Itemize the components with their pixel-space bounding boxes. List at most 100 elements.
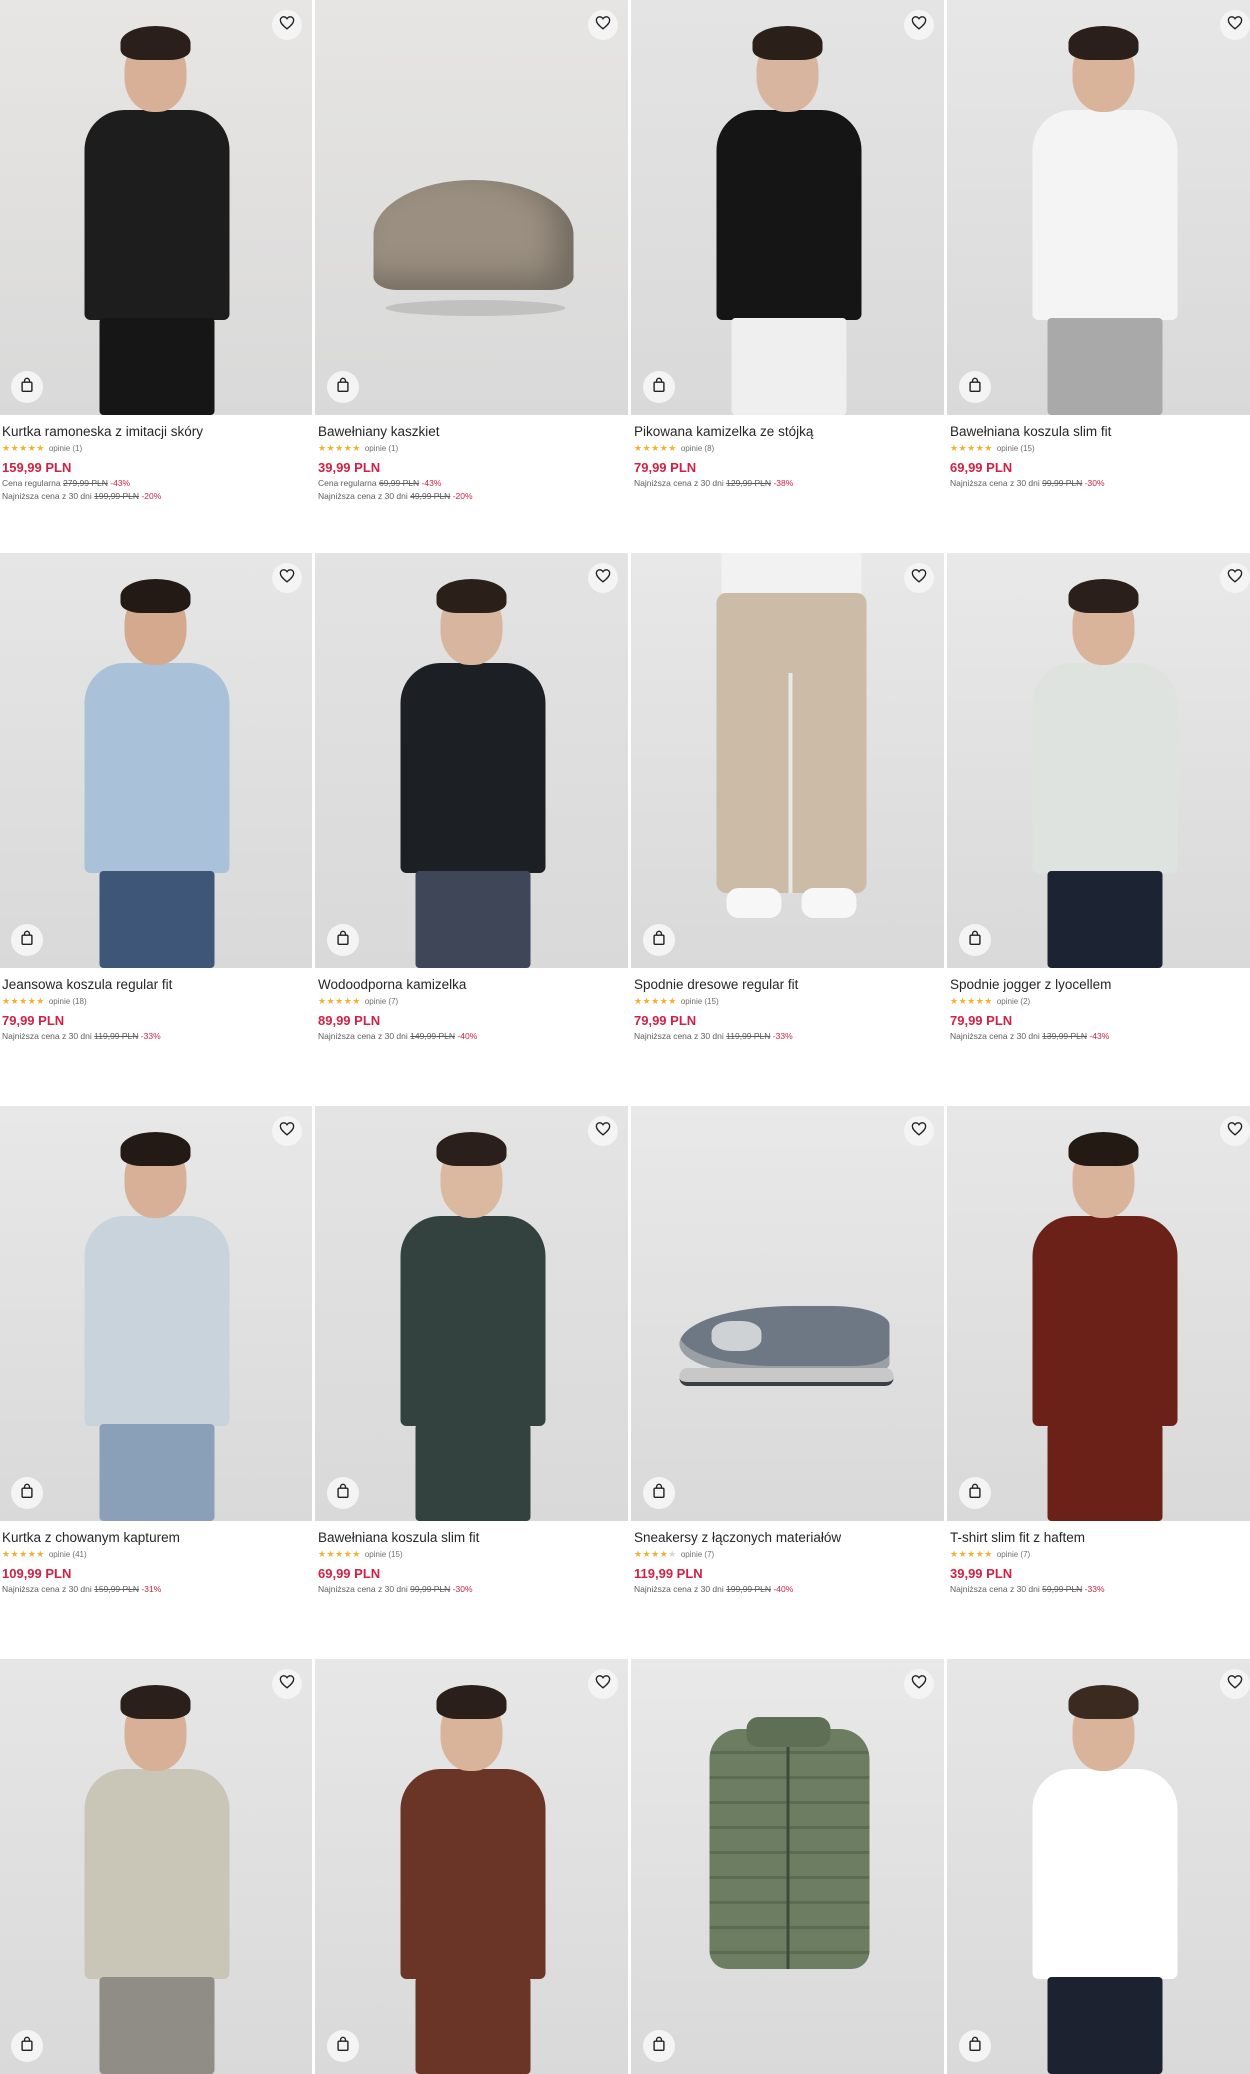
product-image[interactable] xyxy=(315,0,628,415)
shopping-bag-icon xyxy=(20,2036,34,2057)
add-to-cart-button[interactable] xyxy=(327,2030,359,2062)
product-image[interactable] xyxy=(0,1659,312,2074)
product-card[interactable]: Bawełniana koszula slim fit ★★★★★ opinie (… xyxy=(947,0,1250,553)
add-to-cart-button[interactable] xyxy=(959,1477,991,1509)
product-card[interactable]: Bawełniana koszula slim fit ★★★★★ opinie (… xyxy=(315,1106,628,1659)
favorite-button[interactable] xyxy=(904,1116,934,1146)
product-card[interactable]: Kurtka ramoneska z imitacji skóry ★★★★★ op… xyxy=(0,0,312,553)
rating-stars-icon: ★★★★★ xyxy=(318,443,361,453)
product-card[interactable] xyxy=(315,1659,628,2074)
add-to-cart-button[interactable] xyxy=(643,2030,675,2062)
review-count[interactable]: opinie (1) xyxy=(49,444,82,453)
product-image[interactable] xyxy=(315,1659,628,2074)
product-image[interactable] xyxy=(947,1659,1250,2074)
heart-icon xyxy=(595,15,611,35)
favorite-button[interactable] xyxy=(588,10,618,40)
lowest-price-note: Najniższa cena z 30 dni 199,99 PLN -20% xyxy=(2,491,162,501)
product-image[interactable] xyxy=(947,553,1250,968)
favorite-button[interactable] xyxy=(272,1669,302,1699)
add-to-cart-button[interactable] xyxy=(327,371,359,403)
product-image[interactable] xyxy=(0,553,312,968)
add-to-cart-button[interactable] xyxy=(959,924,991,956)
favorite-button[interactable] xyxy=(588,1669,618,1699)
review-count[interactable]: opinie (7) xyxy=(681,1550,714,1559)
product-image[interactable] xyxy=(631,1106,944,1521)
product-name[interactable]: Kurtka z chowanym kapturem xyxy=(2,1529,309,1546)
review-count[interactable]: opinie (7) xyxy=(997,1550,1030,1559)
add-to-cart-button[interactable] xyxy=(643,924,675,956)
lowest-price-note: Najniższa cena z 30 dni 59,99 PLN -33% xyxy=(950,1584,1105,1594)
review-count[interactable]: opinie (15) xyxy=(365,1550,403,1559)
favorite-button[interactable] xyxy=(588,563,618,593)
product-price: 89,99 PLN xyxy=(318,1013,381,1028)
add-to-cart-button[interactable] xyxy=(643,371,675,403)
product-image[interactable] xyxy=(631,553,944,968)
product-name[interactable]: Bawełniana koszula slim fit xyxy=(950,423,1250,440)
lowest-price-note: Najniższa cena z 30 dni 199,99 PLN -40% xyxy=(634,1584,794,1594)
add-to-cart-button[interactable] xyxy=(959,2030,991,2062)
review-count[interactable]: opinie (2) xyxy=(997,997,1030,1006)
favorite-button[interactable] xyxy=(588,1116,618,1146)
product-image[interactable] xyxy=(0,1106,312,1521)
add-to-cart-button[interactable] xyxy=(327,924,359,956)
favorite-button[interactable] xyxy=(1220,1116,1250,1146)
product-image[interactable] xyxy=(947,0,1250,415)
review-count[interactable]: opinie (41) xyxy=(49,1550,87,1559)
product-price: 69,99 PLN xyxy=(950,460,1013,475)
product-image[interactable] xyxy=(947,1106,1250,1521)
product-name[interactable]: Spodnie dresowe regular fit xyxy=(634,976,941,993)
favorite-button[interactable] xyxy=(272,1116,302,1146)
product-card[interactable] xyxy=(631,1659,944,2074)
favorite-button[interactable] xyxy=(272,10,302,40)
product-name[interactable]: Bawełniana koszula slim fit xyxy=(318,1529,625,1546)
product-card[interactable]: Bawełniany kaszkiet ★★★★★ opinie (1) 39,99 … xyxy=(315,0,628,553)
product-name[interactable]: Pikowana kamizelka ze stójką xyxy=(634,423,941,440)
favorite-button[interactable] xyxy=(1220,1669,1250,1699)
product-card[interactable]: Sneakersy z łączonych materiałów ★★★★★ opi… xyxy=(631,1106,944,1659)
product-name[interactable]: T-shirt slim fit z haftem xyxy=(950,1529,1250,1546)
product-name[interactable]: Kurtka ramoneska z imitacji skóry xyxy=(2,423,309,440)
product-card[interactable]: T-shirt slim fit z haftem ★★★★★ opinie (7)… xyxy=(947,1106,1250,1659)
add-to-cart-button[interactable] xyxy=(327,1477,359,1509)
product-card[interactable] xyxy=(947,1659,1250,2074)
product-info: Bawełniana koszula slim fit ★★★★★ opinie (… xyxy=(315,1521,628,1594)
favorite-button[interactable] xyxy=(1220,563,1250,593)
favorite-button[interactable] xyxy=(904,10,934,40)
product-image[interactable] xyxy=(0,0,312,415)
add-to-cart-button[interactable] xyxy=(11,1477,43,1509)
add-to-cart-button[interactable] xyxy=(959,371,991,403)
add-to-cart-button[interactable] xyxy=(11,924,43,956)
rating-stars-icon: ★★★★★ xyxy=(634,1549,677,1559)
product-image[interactable] xyxy=(631,1659,944,2074)
favorite-button[interactable] xyxy=(904,563,934,593)
product-image[interactable] xyxy=(315,553,628,968)
review-count[interactable]: opinie (18) xyxy=(49,997,87,1006)
review-count[interactable]: opinie (15) xyxy=(681,997,719,1006)
review-count[interactable]: opinie (8) xyxy=(681,444,714,453)
add-to-cart-button[interactable] xyxy=(11,2030,43,2062)
favorite-button[interactable] xyxy=(904,1669,934,1699)
favorite-button[interactable] xyxy=(272,563,302,593)
product-card[interactable]: Spodnie jogger z lyocellem ★★★★★ opinie (2… xyxy=(947,553,1250,1106)
heart-icon xyxy=(1227,1121,1243,1141)
product-image[interactable] xyxy=(631,0,944,415)
product-card[interactable]: Wodoodporna kamizelka ★★★★★ opinie (7) 89,9… xyxy=(315,553,628,1106)
product-name[interactable]: Wodoodporna kamizelka xyxy=(318,976,625,993)
review-count[interactable]: opinie (1) xyxy=(365,444,398,453)
lowest-price-note: Najniższa cena z 30 dni 99,99 PLN -30% xyxy=(950,478,1105,488)
product-name[interactable]: Jeansowa koszula regular fit xyxy=(2,976,309,993)
add-to-cart-button[interactable] xyxy=(11,371,43,403)
product-name[interactable]: Sneakersy z łączonych materiałów xyxy=(634,1529,941,1546)
favorite-button[interactable] xyxy=(1220,10,1250,40)
product-name[interactable]: Spodnie jogger z lyocellem xyxy=(950,976,1250,993)
product-card[interactable]: Spodnie dresowe regular fit ★★★★★ opinie (… xyxy=(631,553,944,1106)
product-card[interactable]: Kurtka z chowanym kapturem ★★★★★ opinie (4… xyxy=(0,1106,312,1659)
product-card[interactable] xyxy=(0,1659,312,2074)
review-count[interactable]: opinie (15) xyxy=(997,444,1035,453)
review-count[interactable]: opinie (7) xyxy=(365,997,398,1006)
product-card[interactable]: Pikowana kamizelka ze stójką ★★★★★ opinie … xyxy=(631,0,944,553)
product-image[interactable] xyxy=(315,1106,628,1521)
product-card[interactable]: Jeansowa koszula regular fit ★★★★★ opinie … xyxy=(0,553,312,1106)
product-name[interactable]: Bawełniany kaszkiet xyxy=(318,423,625,440)
add-to-cart-button[interactable] xyxy=(643,1477,675,1509)
